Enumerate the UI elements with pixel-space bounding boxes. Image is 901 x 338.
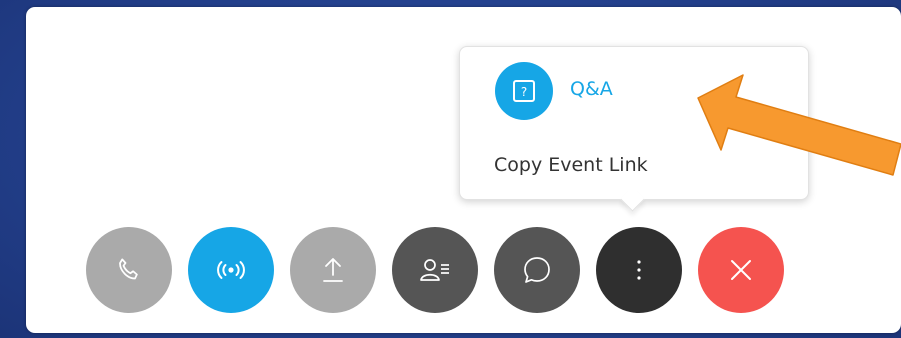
participants-button[interactable] bbox=[392, 227, 478, 313]
share-upload-icon bbox=[323, 258, 343, 282]
end-meeting-button[interactable] bbox=[698, 227, 784, 313]
more-options-button[interactable] bbox=[596, 227, 682, 313]
svg-text:?: ? bbox=[521, 85, 527, 99]
menu-item-qa-label: Q&A bbox=[570, 78, 613, 100]
more-options-icon bbox=[637, 260, 641, 280]
qa-icon: ? bbox=[513, 80, 535, 102]
participants-icon bbox=[420, 259, 449, 281]
close-icon bbox=[731, 260, 751, 280]
broadcast-button[interactable] bbox=[188, 227, 274, 313]
menu-item-copy-event-link[interactable]: Copy Event Link bbox=[494, 154, 648, 176]
phone-button[interactable] bbox=[86, 227, 172, 313]
control-bar bbox=[86, 227, 800, 313]
phone-icon bbox=[119, 258, 138, 280]
pointer-arrow bbox=[697, 74, 901, 176]
chat-button[interactable] bbox=[494, 227, 580, 313]
share-button[interactable] bbox=[290, 227, 376, 313]
broadcast-icon bbox=[217, 261, 245, 279]
menu-item-qa[interactable]: ? Q&A bbox=[495, 62, 613, 120]
chat-icon bbox=[524, 257, 550, 283]
qa-icon-circle: ? bbox=[495, 62, 553, 120]
